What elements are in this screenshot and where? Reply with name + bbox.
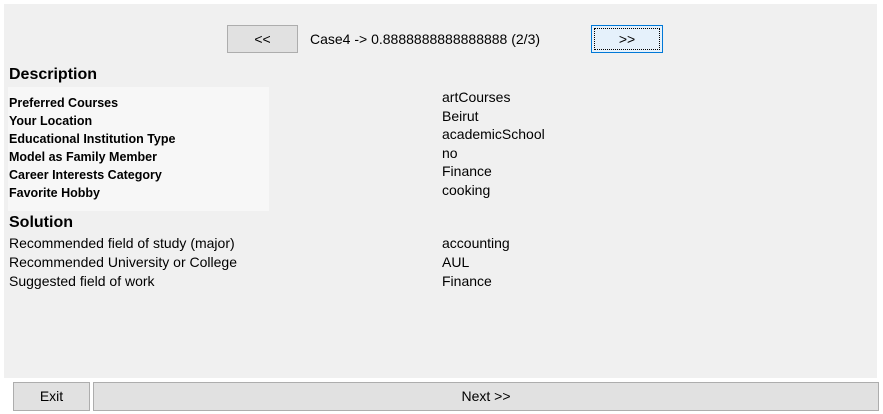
- description-value: cooking: [442, 181, 491, 198]
- description-label: Career Interests Category: [9, 168, 162, 182]
- description-label: Model as Family Member: [9, 150, 157, 164]
- previous-case-button[interactable]: <<: [227, 25, 298, 53]
- exit-button[interactable]: Exit: [13, 382, 90, 411]
- next-case-button-label: >>: [618, 31, 636, 47]
- solution-title: Solution: [9, 214, 73, 231]
- description-value: Beirut: [442, 107, 479, 124]
- solution-label: Suggested field of work: [9, 273, 155, 289]
- solution-labels: Recommended field of study (major) Recom…: [9, 234, 237, 291]
- solution-label: Recommended field of study (major): [9, 235, 235, 251]
- solution-values: accounting AUL Finance: [442, 234, 510, 291]
- description-values: artCourses Beirut academicSchool no Fina…: [442, 88, 545, 199]
- description-value: no: [442, 144, 458, 161]
- solution-value: Finance: [442, 273, 492, 289]
- description-label: Educational Institution Type: [9, 132, 176, 146]
- next-case-button[interactable]: >>: [591, 25, 663, 53]
- description-label: Favorite Hobby: [9, 186, 100, 200]
- description-value: academicSchool: [442, 126, 545, 142]
- solution-value: accounting: [442, 235, 510, 251]
- solution-value: AUL: [442, 254, 470, 270]
- description-label: Your Location: [9, 114, 93, 128]
- description-title: Description: [9, 66, 98, 83]
- description-value: artCourses: [442, 89, 511, 105]
- description-label: Preferred Courses: [9, 96, 119, 110]
- description-value: Finance: [442, 163, 492, 179]
- description-labels: Preferred Courses Your Location Educatio…: [9, 94, 175, 202]
- case-viewer-window: << Case4 -> 0.8888888888888888 (2/3) >> …: [0, 0, 883, 414]
- case-indicator: Case4 -> 0.8888888888888888 (2/3): [310, 31, 541, 47]
- next-button[interactable]: Next >>: [93, 382, 879, 411]
- solution-label: Recommended University or College: [9, 254, 237, 270]
